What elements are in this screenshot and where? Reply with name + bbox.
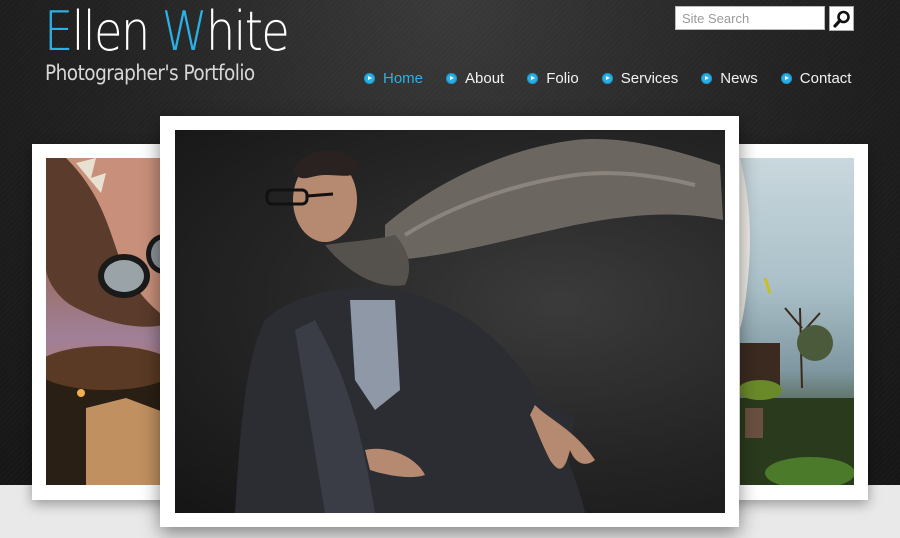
- woman-trees-illustration: [740, 158, 854, 485]
- logo-title-part2: hite: [205, 0, 290, 63]
- nav-label: Home: [383, 69, 424, 87]
- man-scarf-illustration: [235, 139, 723, 513]
- main-nav: Home About Folio Services News Contact: [364, 67, 851, 89]
- arrow-bullet-icon: [601, 72, 613, 84]
- slide-main-frame[interactable]: [160, 116, 739, 527]
- arrow-bullet-icon: [446, 72, 458, 84]
- nav-item-folio[interactable]: Folio: [527, 67, 579, 89]
- search-input[interactable]: [675, 6, 825, 30]
- nav-label: Contact: [799, 69, 852, 87]
- arrow-bullet-icon: [364, 72, 375, 84]
- arrow-bullet-icon: [780, 72, 792, 84]
- arrow-bullet-icon: [527, 72, 539, 84]
- search-button[interactable]: [829, 6, 854, 31]
- nav-label: About: [465, 69, 505, 87]
- nav-item-home[interactable]: Home: [364, 67, 423, 89]
- nav-item-services[interactable]: Services: [601, 67, 679, 89]
- logo-title-initial: E: [44, 0, 73, 63]
- slide-right-photo: [740, 158, 854, 485]
- nav-label: News: [720, 69, 758, 87]
- arrow-bullet-icon: [701, 72, 713, 84]
- slide-main-photo: [175, 130, 725, 513]
- logo-title-part1-rest: llen: [71, 0, 162, 63]
- magnifier-icon: [833, 10, 850, 28]
- nav-item-news[interactable]: News: [701, 67, 758, 89]
- nav-label: Services: [620, 69, 679, 87]
- nav-label: Folio: [546, 69, 579, 87]
- nav-item-contact[interactable]: Contact: [780, 67, 852, 89]
- nav-item-about[interactable]: About: [446, 67, 504, 89]
- site-subtitle: Photographer's Portfolio: [45, 61, 255, 85]
- slide-right-frame[interactable]: [720, 144, 868, 500]
- site-logo-title[interactable]: Ellen White: [44, 0, 290, 63]
- logo-title-accent: W: [161, 0, 208, 63]
